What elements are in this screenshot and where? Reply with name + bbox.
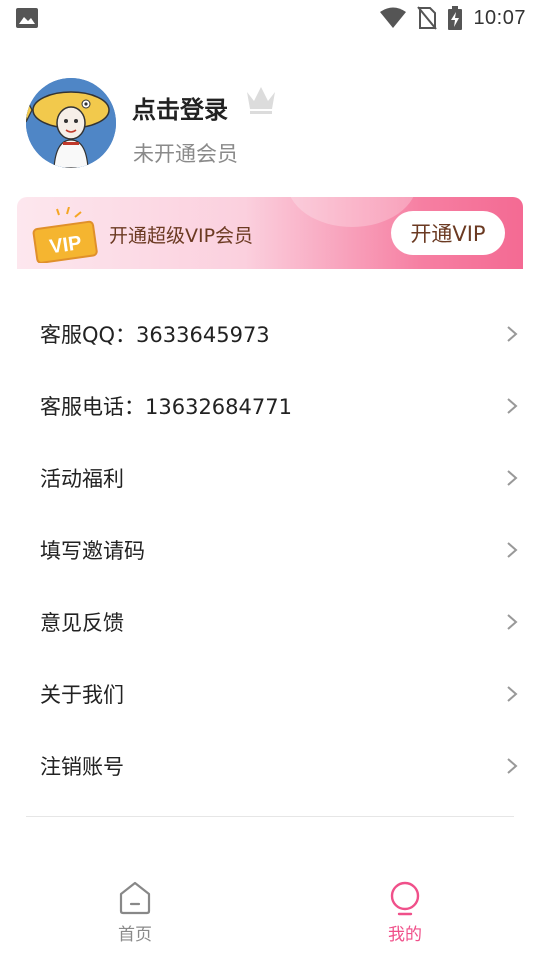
wifi-icon (380, 7, 407, 28)
menu-item-label: 客服电话：13632684771 (40, 395, 292, 419)
menu-item-label: 关于我们 (40, 683, 124, 707)
vip-banner-text: 开通超级VIP会员 (109, 225, 254, 247)
chevron-right-icon (507, 758, 518, 774)
menu-item-delete-account[interactable]: 注销账号 (0, 730, 540, 802)
menu-item-invite-code[interactable]: 填写邀请码 (0, 514, 540, 586)
chevron-right-icon (507, 686, 518, 702)
profile-header: 点击登录 未开通会员 (26, 78, 516, 170)
status-time: 10:07 (473, 6, 526, 29)
status-icons: 10:07 (379, 5, 526, 31)
menu-item-label: 活动福利 (40, 467, 124, 491)
avatar[interactable] (26, 78, 116, 168)
home-icon (119, 881, 151, 915)
nav-label-home: 首页 (118, 925, 152, 945)
vip-tag-text: VIP (48, 232, 83, 258)
menu-item-feedback[interactable]: 意见反馈 (0, 586, 540, 658)
chevron-right-icon (507, 470, 518, 486)
menu-item-customer-phone[interactable]: 客服电话：13632684771 (0, 370, 540, 442)
menu-item-activity-benefits[interactable]: 活动福利 (0, 442, 540, 514)
nav-tab-home[interactable]: 首页 (95, 880, 175, 945)
menu-item-label: 客服QQ：3633645973 (40, 323, 270, 347)
bottom-nav: 首页 我的 (0, 870, 540, 960)
crown-icon (247, 87, 275, 114)
chevron-right-icon (507, 326, 518, 342)
menu-item-customer-qq[interactable]: 客服QQ：3633645973 (0, 298, 540, 370)
nav-tab-mine[interactable]: 我的 (365, 880, 445, 945)
profile-icon (390, 881, 420, 916)
menu-item-label: 注销账号 (40, 755, 124, 779)
avatar-illustration (26, 78, 116, 168)
divider (26, 816, 514, 817)
gallery-icon (16, 8, 38, 28)
menu-item-label: 填写邀请码 (40, 539, 145, 563)
login-title[interactable]: 点击登录 (132, 90, 228, 125)
chevron-right-icon (507, 542, 518, 558)
nav-label-mine: 我的 (388, 925, 422, 945)
chevron-right-icon (507, 614, 518, 630)
status-bar: 10:07 (0, 0, 540, 36)
menu-item-label: 意见反馈 (40, 611, 124, 635)
chevron-right-icon (507, 398, 518, 414)
vip-tag-icon: VIP (32, 207, 98, 263)
battery-charging-icon (448, 6, 463, 30)
settings-menu: 客服QQ：3633645973 客服电话：13632684771 活动福利 填写… (0, 298, 540, 802)
menu-item-about-us[interactable]: 关于我们 (0, 658, 540, 730)
no-sim-icon (417, 6, 438, 30)
vip-banner[interactable]: VIP 开通超级VIP会员 开通VIP (17, 197, 523, 269)
member-status: 未开通会员 (133, 142, 238, 166)
open-vip-button[interactable]: 开通VIP (391, 211, 505, 255)
